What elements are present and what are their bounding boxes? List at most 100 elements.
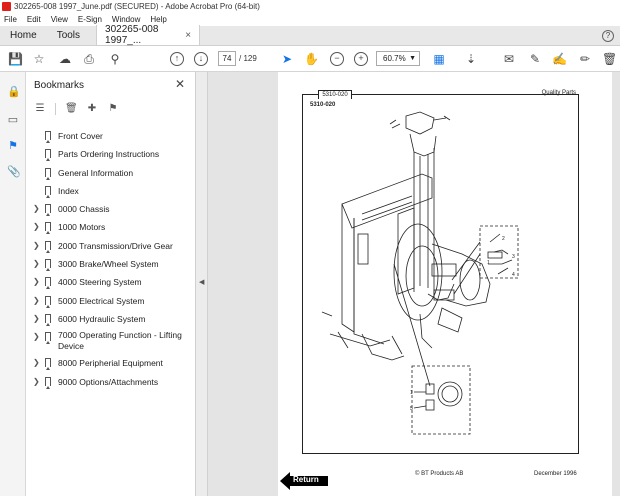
search-icon[interactable]: ⚲	[108, 52, 122, 66]
close-icon[interactable]: ✕	[175, 77, 185, 91]
bookmark-icon	[45, 259, 51, 272]
main-toolbar: 💾 ☆ ☁ ⎙ ⚲ ↑ ↓ 74 / 129 ➤ ✋ − + 60.7% ▼ ▦…	[0, 46, 620, 72]
chevron-right-icon[interactable]: ❯	[33, 332, 40, 341]
close-tab-icon[interactable]: ×	[185, 30, 191, 41]
next-page-icon[interactable]: ↓	[194, 52, 208, 66]
document-viewport[interactable]: 5310-020 5310-020 Quality Parts 2 3 4 1 …	[208, 72, 620, 496]
hand-tool-icon[interactable]: ✋	[304, 52, 319, 66]
chevron-right-icon[interactable]: ❯	[33, 358, 40, 367]
callout-2: 2	[502, 236, 505, 242]
tab-document-label: 302265-008 1997_...	[105, 24, 159, 46]
bookmark-star-icon[interactable]: ☆	[32, 52, 46, 66]
bookmark-icon	[45, 277, 51, 290]
chevron-right-icon[interactable]: ❯	[33, 314, 40, 323]
bookmark-icon[interactable]: ⚑	[7, 140, 19, 153]
bookmark-icon	[45, 240, 51, 253]
title-bar: 302265-008 1997_June.pdf (SECURED) - Ado…	[0, 0, 620, 12]
page-thumbnails-icon[interactable]: ▭	[7, 114, 19, 127]
zoom-in-icon[interactable]: +	[354, 52, 368, 66]
bookmark-peripherial[interactable]: ❯ 8000 Peripherial Equipment	[26, 355, 196, 373]
tab-tools[interactable]: Tools	[47, 25, 90, 45]
bookmark-hydraulic[interactable]: ❯ 6000 Hydraulic System	[26, 311, 196, 329]
chevron-down-icon: ▼	[409, 55, 416, 62]
bookmark-options-icon[interactable]: ☰	[34, 103, 46, 115]
bookmark-transmission[interactable]: ❯ 2000 Transmission/Drive Gear	[26, 238, 196, 256]
collapse-panel-icon[interactable]: ◀	[199, 278, 204, 286]
chevron-right-icon[interactable]: ❯	[33, 296, 40, 305]
chevron-right-icon[interactable]: ❯	[33, 204, 40, 213]
page-total: / 129	[239, 54, 257, 63]
return-button[interactable]: Return	[280, 472, 328, 490]
menu-view[interactable]: View	[51, 15, 68, 24]
bookmark-index[interactable]: Index	[26, 183, 196, 201]
chevron-right-icon[interactable]: ❯	[33, 241, 40, 250]
edit-pdf-icon[interactable]: ✏	[578, 52, 592, 66]
new-bookmark-icon[interactable]: ✚	[86, 103, 98, 115]
find-bookmark-icon[interactable]: ⚑	[107, 103, 119, 115]
bookmark-icon	[45, 204, 51, 217]
highlight-pen-icon[interactable]: ✎	[528, 52, 542, 66]
chevron-right-icon[interactable]: ❯	[33, 259, 40, 268]
bookmark-motors[interactable]: ❯ 1000 Motors	[26, 219, 196, 237]
zoom-select[interactable]: 60.7% ▼	[376, 51, 420, 66]
callout-3: 3	[512, 254, 515, 260]
cloud-upload-icon[interactable]: ☁	[58, 52, 72, 66]
window-title: 302265-008 1997_June.pdf (SECURED) - Ado…	[14, 1, 260, 11]
bookmark-chassis[interactable]: ❯ 0000 Chassis	[26, 201, 196, 219]
zoom-out-icon[interactable]: −	[330, 52, 344, 66]
callout-1a: 1	[487, 260, 490, 266]
chevron-right-icon[interactable]: ❯	[33, 277, 40, 286]
bookmark-steering[interactable]: ❯ 4000 Steering System	[26, 274, 196, 292]
sign-icon[interactable]: ✍	[552, 52, 567, 66]
bookmark-front-cover[interactable]: Front Cover	[26, 128, 196, 146]
panel-splitter[interactable]: ◀	[196, 72, 208, 496]
navigation-rail: 🔒 ▭ ⚑ 📎	[0, 72, 26, 496]
tab-bar: Home Tools 302265-008 1997_... × ?	[0, 24, 620, 46]
bookmark-icon	[45, 332, 51, 345]
bookmarks-title: Bookmarks	[34, 80, 85, 91]
bookmark-icon	[45, 149, 51, 162]
bookmark-operating-function[interactable]: ❯ 7000 Operating Function - Lifting Devic…	[26, 329, 196, 355]
select-cursor-icon[interactable]: ➤	[280, 52, 294, 66]
bookmark-list: Front Cover Parts Ordering Instructions …	[26, 128, 196, 392]
lock-icon[interactable]: 🔒	[7, 86, 21, 99]
bookmark-brake-wheel[interactable]: ❯ 3000 Brake/Wheel System	[26, 256, 196, 274]
page-fit-icon[interactable]: ▦	[432, 52, 446, 66]
chevron-right-icon[interactable]: ❯	[33, 377, 40, 386]
menu-help[interactable]: Help	[150, 15, 166, 24]
menu-edit[interactable]: Edit	[27, 15, 41, 24]
help-icon[interactable]: ?	[602, 30, 614, 42]
tab-home[interactable]: Home	[0, 25, 47, 45]
comment-icon[interactable]: ✉	[502, 52, 516, 66]
scroll-mode-icon[interactable]: ⇣	[464, 52, 478, 66]
attachment-icon[interactable]: 📎	[7, 166, 21, 179]
acrobat-app-icon	[2, 1, 11, 11]
technical-drawing: 2 3 4 1 1 5	[321, 111, 519, 435]
print-icon[interactable]: ⎙	[82, 52, 96, 66]
bookmarks-toolbar: ☰ 🗑 ✚ ⚑	[34, 102, 128, 116]
divider	[55, 103, 56, 115]
bookmark-icon	[45, 295, 51, 308]
menu-esign[interactable]: E-Sign	[78, 15, 102, 24]
bookmark-icon	[45, 376, 51, 389]
return-label: Return	[293, 475, 319, 484]
previous-page-icon[interactable]: ↑	[170, 52, 184, 66]
tab-document[interactable]: 302265-008 1997_... ×	[96, 24, 201, 46]
bookmark-options[interactable]: ❯ 9000 Options/Attachments	[26, 374, 196, 392]
bookmarks-panel: Bookmarks ✕ ☰ 🗑 ✚ ⚑ Front Cover Parts Or…	[26, 72, 196, 496]
page-number-input[interactable]: 74	[218, 51, 236, 66]
bookmark-electrical[interactable]: ❯ 5000 Electrical System	[26, 293, 196, 311]
zoom-value: 60.7%	[383, 54, 406, 63]
bookmark-general-information[interactable]: General Information	[26, 165, 196, 183]
save-icon[interactable]: 💾	[8, 52, 23, 66]
menu-file[interactable]: File	[4, 15, 17, 24]
callout-5: 5	[410, 406, 413, 412]
menu-window[interactable]: Window	[112, 15, 140, 24]
bookmark-icon	[45, 313, 51, 326]
delete-icon[interactable]: 🗑	[602, 52, 617, 66]
delete-bookmark-icon[interactable]: 🗑	[65, 103, 78, 115]
bookmark-parts-ordering[interactable]: Parts Ordering Instructions	[26, 146, 196, 164]
chevron-right-icon[interactable]: ❯	[33, 222, 40, 231]
bookmark-icon	[45, 131, 51, 143]
bookmark-icon	[45, 358, 51, 371]
